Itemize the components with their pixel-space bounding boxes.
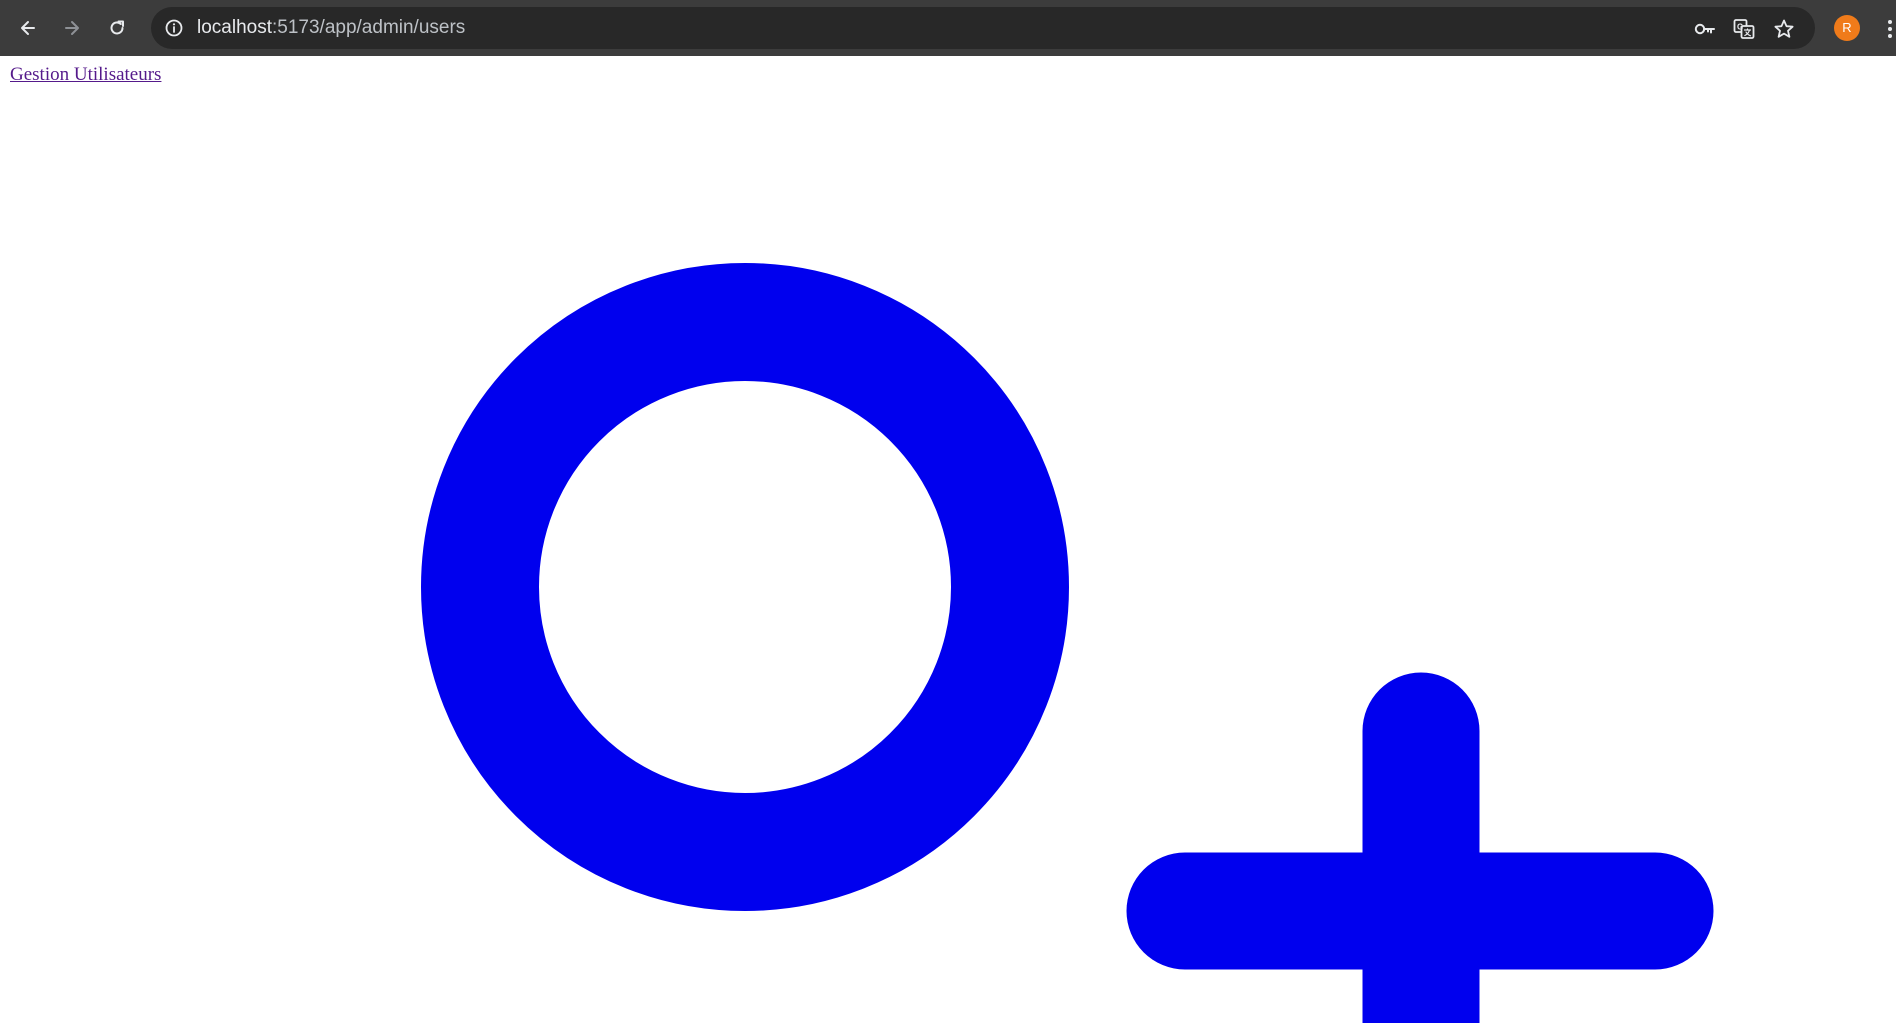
svg-text:G: G [1737, 23, 1743, 32]
url-text[interactable]: localhost:5173/app/admin/users [197, 7, 465, 49]
arrow-left-icon [18, 18, 38, 38]
info-icon[interactable] [163, 17, 185, 39]
more-vert-icon[interactable] [1884, 14, 1896, 44]
browser-toolbar: localhost:5173/app/admin/users G R [0, 0, 1896, 56]
profile-avatar[interactable]: R [1834, 15, 1860, 41]
arrow-right-icon [62, 18, 82, 38]
reload-button[interactable] [101, 12, 133, 44]
page-content: Gestion Utilisateurs [0, 56, 1896, 1023]
forward-button[interactable] [56, 12, 88, 44]
reload-icon [107, 18, 127, 38]
url-host: localhost [197, 17, 272, 38]
key-icon[interactable] [1692, 16, 1718, 42]
back-button[interactable] [12, 12, 44, 44]
star-icon[interactable] [1771, 16, 1797, 42]
url-path: :5173/app/admin/users [272, 17, 466, 38]
address-bar[interactable]: localhost:5173/app/admin/users G [151, 7, 1815, 49]
add-user-icon[interactable] [0, 56, 1896, 1023]
translate-icon[interactable]: G [1731, 16, 1757, 42]
